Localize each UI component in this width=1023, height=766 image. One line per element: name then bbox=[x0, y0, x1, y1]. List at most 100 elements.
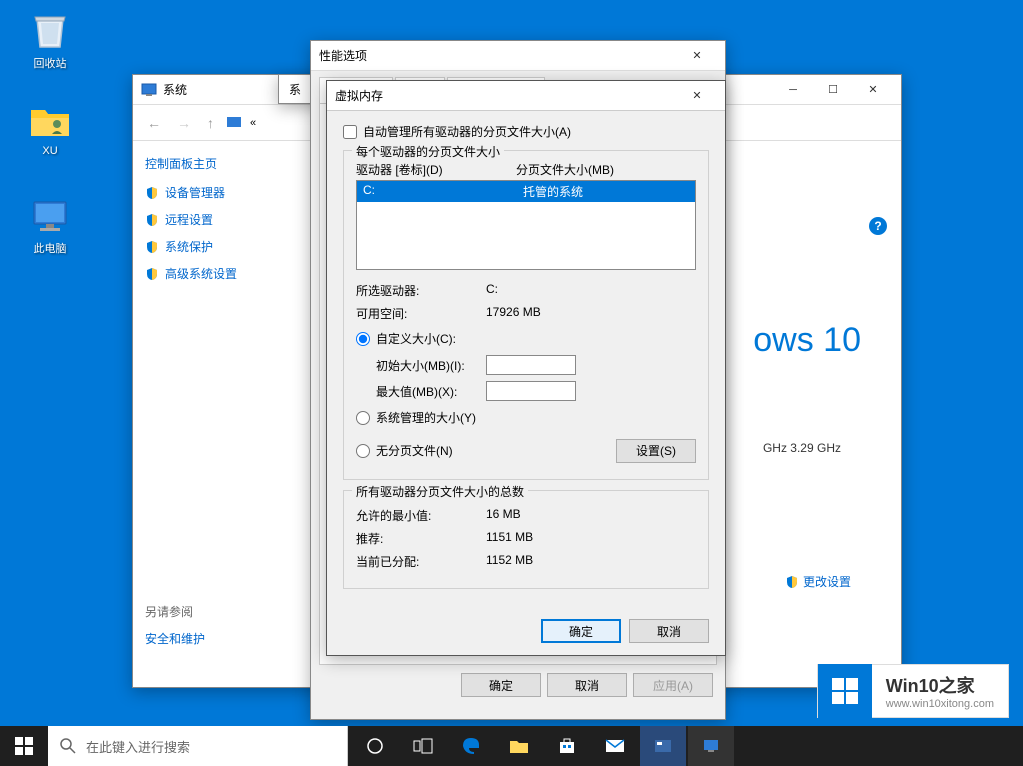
auto-manage-checkbox[interactable]: 自动管理所有驱动器的分页文件大小(A) bbox=[343, 123, 709, 140]
see-also-link[interactable]: 安全和维护 bbox=[145, 630, 205, 647]
sidebar-heading: 控制面板主页 bbox=[145, 155, 271, 172]
system-managed-radio[interactable]: 系统管理的大小(Y) bbox=[356, 409, 696, 426]
cpu-ghz: GHz 3.29 GHz bbox=[763, 441, 841, 455]
apply-button[interactable]: 应用(A) bbox=[633, 673, 713, 697]
shield-icon bbox=[785, 575, 799, 589]
drive-col-header: 驱动器 [卷标](D) bbox=[356, 161, 516, 178]
shield-icon bbox=[145, 186, 159, 200]
sidebar-item-advanced[interactable]: 高级系统设置 bbox=[145, 265, 271, 282]
vm-titlebar[interactable]: 虚拟内存 ✕ bbox=[327, 81, 725, 111]
shield-icon bbox=[145, 213, 159, 227]
user-folder-label: XU bbox=[42, 145, 57, 157]
custom-size-input[interactable] bbox=[356, 332, 370, 346]
close-button[interactable]: ✕ bbox=[853, 76, 893, 104]
perf-title: 性能选项 bbox=[319, 47, 367, 64]
ok-button[interactable]: 确定 bbox=[461, 673, 541, 697]
max-size-label: 最大值(MB)(X): bbox=[376, 383, 486, 400]
no-paging-input[interactable] bbox=[356, 444, 370, 458]
recycle-bin[interactable]: 回收站 bbox=[15, 10, 85, 71]
minimize-button[interactable]: ─ bbox=[773, 76, 813, 104]
system-managed-input[interactable] bbox=[356, 411, 370, 425]
selected-drive-value: C: bbox=[486, 282, 498, 299]
sidebar-item-protection[interactable]: 系统保护 bbox=[145, 238, 271, 255]
drive-row[interactable]: C: 托管的系统 bbox=[357, 181, 695, 202]
task-view-icon[interactable] bbox=[400, 726, 446, 766]
up-arrow-icon[interactable]: ↑ bbox=[203, 111, 218, 135]
no-paging-radio[interactable]: 无分页文件(N) bbox=[356, 442, 616, 459]
maximize-button[interactable]: ☐ bbox=[813, 76, 853, 104]
system-icon bbox=[141, 82, 157, 98]
mail-icon[interactable] bbox=[592, 726, 638, 766]
search-placeholder: 在此键入进行搜索 bbox=[86, 737, 190, 756]
folder-icon bbox=[29, 100, 71, 142]
shield-icon bbox=[145, 240, 159, 254]
vm-title: 虚拟内存 bbox=[335, 87, 383, 104]
recommended-value: 1151 MB bbox=[486, 530, 533, 547]
initial-size-input[interactable] bbox=[486, 355, 576, 375]
control-panel-icon[interactable] bbox=[688, 726, 734, 766]
initial-size-label: 初始大小(MB)(I): bbox=[376, 357, 486, 374]
available-label: 可用空间: bbox=[356, 305, 486, 322]
available-value: 17926 MB bbox=[486, 305, 541, 322]
allocated-value: 1152 MB bbox=[486, 553, 533, 570]
user-folder[interactable]: XU bbox=[15, 100, 85, 157]
see-also-heading: 另请参阅 bbox=[145, 603, 205, 620]
shield-icon bbox=[145, 267, 159, 281]
system-managed-label: 系统管理的大小(Y) bbox=[376, 409, 476, 426]
cancel-button[interactable]: 取消 bbox=[547, 673, 627, 697]
this-pc[interactable]: 此电脑 bbox=[15, 195, 85, 256]
min-allowed-label: 允许的最小值: bbox=[356, 507, 486, 524]
forward-arrow-icon[interactable]: → bbox=[173, 111, 195, 135]
windows-icon bbox=[15, 737, 33, 755]
change-settings-link[interactable]: 更改设置 bbox=[785, 573, 851, 590]
start-button[interactable] bbox=[0, 726, 48, 766]
recycle-bin-icon bbox=[29, 10, 71, 52]
pc-breadcrumb-icon bbox=[226, 115, 242, 131]
max-size-input[interactable] bbox=[486, 381, 576, 401]
auto-manage-input[interactable] bbox=[343, 125, 357, 139]
sidebar-item-device-manager[interactable]: 设备管理器 bbox=[145, 184, 271, 201]
recycle-bin-label: 回收站 bbox=[34, 58, 67, 70]
totals-legend: 所有驱动器分页文件大小的总数 bbox=[352, 483, 528, 500]
no-paging-label: 无分页文件(N) bbox=[376, 442, 453, 459]
drive-pagefile: 托管的系统 bbox=[523, 183, 583, 200]
system-sidebar: 控制面板主页 设备管理器 远程设置 系统保护 高级系统设置 另请参阅 安全和维护 bbox=[133, 141, 283, 687]
store-icon[interactable] bbox=[544, 726, 590, 766]
recommended-label: 推荐: bbox=[356, 530, 486, 547]
system-title: 系统 bbox=[163, 81, 187, 98]
cancel-button[interactable]: 取消 bbox=[629, 619, 709, 643]
edge-icon[interactable] bbox=[448, 726, 494, 766]
totals-group: 所有驱动器分页文件大小的总数 允许的最小值: 16 MB 推荐: 1151 MB… bbox=[343, 490, 709, 589]
per-drive-group: 每个驱动器的分页文件大小 驱动器 [卷标](D) 分页文件大小(MB) C: 托… bbox=[343, 150, 709, 480]
watermark-url: www.win10xitong.com bbox=[886, 698, 994, 710]
sidebar-item-remote[interactable]: 远程设置 bbox=[145, 211, 271, 228]
taskbar: 在此键入进行搜索 bbox=[0, 726, 1023, 766]
search-icon bbox=[60, 738, 76, 754]
close-button[interactable]: ✕ bbox=[677, 82, 717, 110]
windows10-logo: ows 10 bbox=[753, 321, 861, 360]
perf-titlebar[interactable]: 性能选项 ✕ bbox=[311, 41, 725, 71]
size-col-header: 分页文件大小(MB) bbox=[516, 161, 614, 178]
breadcrumb-chevron: « bbox=[250, 117, 256, 129]
allocated-label: 当前已分配: bbox=[356, 553, 486, 570]
custom-size-radio[interactable]: 自定义大小(C): bbox=[356, 330, 696, 347]
ok-button[interactable]: 确定 bbox=[541, 619, 621, 643]
this-pc-label: 此电脑 bbox=[34, 243, 67, 255]
auto-manage-label: 自动管理所有驱动器的分页文件大小(A) bbox=[363, 123, 571, 140]
set-button[interactable]: 设置(S) bbox=[616, 439, 696, 463]
selected-drive-label: 所选驱动器: bbox=[356, 282, 486, 299]
drive-letter: C: bbox=[363, 183, 523, 200]
watermark-title: Win10之家 bbox=[886, 672, 994, 698]
help-icon[interactable]: ? bbox=[869, 217, 887, 235]
back-arrow-icon[interactable]: ← bbox=[143, 111, 165, 135]
watermark: Win10之家 www.win10xitong.com bbox=[817, 664, 1009, 718]
close-button[interactable]: ✕ bbox=[677, 42, 717, 70]
drive-list[interactable]: C: 托管的系统 bbox=[356, 180, 696, 270]
settings-app-icon[interactable] bbox=[640, 726, 686, 766]
min-allowed-value: 16 MB bbox=[486, 507, 521, 524]
custom-size-label: 自定义大小(C): bbox=[376, 330, 456, 347]
cortana-icon[interactable] bbox=[352, 726, 398, 766]
explorer-icon[interactable] bbox=[496, 726, 542, 766]
per-drive-legend: 每个驱动器的分页文件大小 bbox=[352, 143, 504, 160]
search-input[interactable]: 在此键入进行搜索 bbox=[48, 726, 348, 766]
